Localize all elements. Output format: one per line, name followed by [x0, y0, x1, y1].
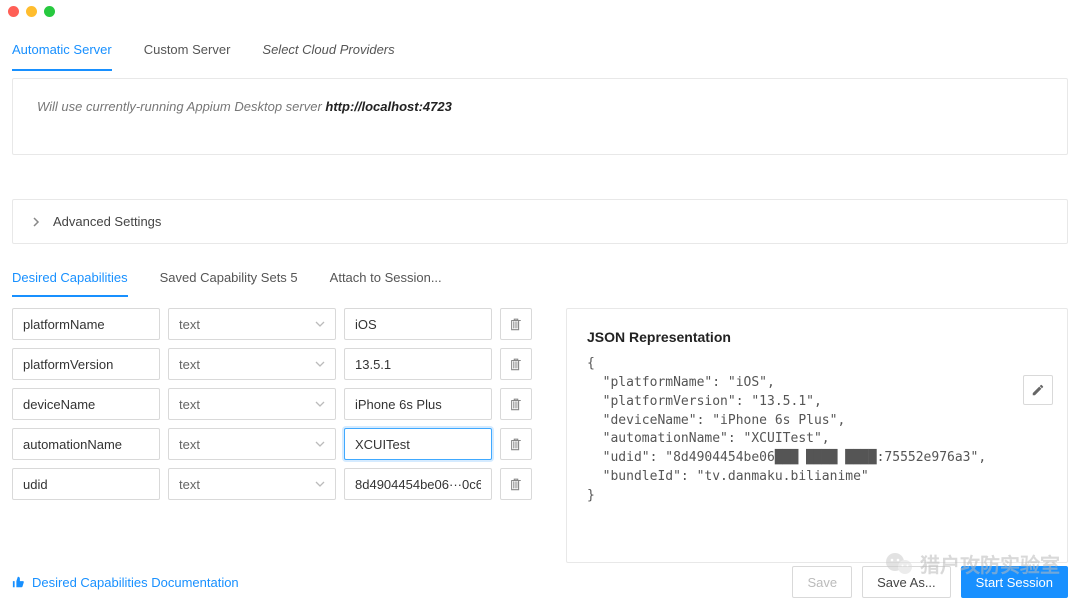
chevron-down-icon [315, 399, 325, 409]
capability-name-input[interactable] [12, 388, 160, 420]
server-tab-1[interactable]: Custom Server [144, 34, 231, 71]
server-tab-0[interactable]: Automatic Server [12, 34, 112, 71]
capability-value-input[interactable] [344, 348, 492, 380]
json-representation-title: JSON Representation [587, 329, 1047, 345]
advanced-settings-toggle[interactable]: Advanced Settings [12, 199, 1068, 244]
capability-value-input[interactable] [344, 308, 492, 340]
capability-type-label: text [179, 437, 200, 452]
capabilities-table: text text text text text [12, 308, 552, 500]
start-session-button[interactable]: Start Session [961, 566, 1068, 598]
capability-type-label: text [179, 357, 200, 372]
docs-link-label: Desired Capabilities Documentation [32, 575, 239, 590]
capability-name-input[interactable] [12, 468, 160, 500]
capability-type-select[interactable]: text [168, 388, 336, 420]
server-host: http://localhost:4723 [325, 99, 451, 114]
delete-capability-button[interactable] [500, 308, 532, 340]
chevron-down-icon [315, 439, 325, 449]
chevron-down-icon [315, 479, 325, 489]
server-tab-2[interactable]: Select Cloud Providers [262, 34, 394, 71]
minimize-window-icon[interactable] [26, 6, 37, 17]
capability-row: text [12, 388, 552, 420]
trash-icon [509, 357, 523, 371]
capability-tab-2[interactable]: Attach to Session... [330, 262, 442, 297]
delete-capability-button[interactable] [500, 388, 532, 420]
capability-name-input[interactable] [12, 308, 160, 340]
capability-type-label: text [179, 397, 200, 412]
chevron-down-icon [315, 359, 325, 369]
advanced-settings-label: Advanced Settings [53, 214, 161, 229]
delete-capability-button[interactable] [500, 428, 532, 460]
thumbs-up-icon [12, 575, 26, 589]
maximize-window-icon[interactable] [44, 6, 55, 17]
capability-type-select[interactable]: text [168, 468, 336, 500]
capability-type-label: text [179, 477, 200, 492]
trash-icon [509, 397, 523, 411]
server-info-text: Will use currently-running Appium Deskto… [37, 99, 325, 114]
capability-row: text [12, 428, 552, 460]
capability-value-input[interactable] [344, 468, 492, 500]
pencil-icon [1031, 383, 1045, 397]
capability-tabs: Desired Capabilities Saved Capability Set… [12, 262, 1068, 298]
capability-value-input[interactable] [344, 388, 492, 420]
capability-tab-1[interactable]: Saved Capability Sets 5 [160, 262, 298, 297]
delete-capability-button[interactable] [500, 348, 532, 380]
trash-icon [509, 317, 523, 331]
capability-row: text [12, 468, 552, 500]
save-button: Save [792, 566, 852, 598]
trash-icon [509, 437, 523, 451]
capability-type-select[interactable]: text [168, 308, 336, 340]
json-representation-code: { "platformName": "iOS", "platformVersio… [587, 355, 1047, 506]
json-representation-panel: JSON Representation { "platformName": "i… [566, 308, 1068, 563]
delete-capability-button[interactable] [500, 468, 532, 500]
capability-type-label: text [179, 317, 200, 332]
capability-value-input[interactable] [344, 428, 492, 460]
capability-name-input[interactable] [12, 348, 160, 380]
capability-type-select[interactable]: text [168, 348, 336, 380]
capability-tab-0[interactable]: Desired Capabilities [12, 262, 128, 297]
footer-actions: Save Save As... Start Session [792, 566, 1068, 598]
chevron-right-icon [31, 217, 41, 227]
docs-link[interactable]: Desired Capabilities Documentation [12, 575, 239, 590]
server-info-box: Will use currently-running Appium Deskto… [12, 78, 1068, 155]
trash-icon [509, 477, 523, 491]
window-titlebar [0, 0, 1080, 22]
edit-json-button[interactable] [1023, 375, 1053, 405]
server-tabs: Automatic Server Custom Server Select Clou… [12, 34, 1068, 72]
close-window-icon[interactable] [8, 6, 19, 17]
capability-row: text [12, 348, 552, 380]
capability-type-select[interactable]: text [168, 428, 336, 460]
capability-row: text [12, 308, 552, 340]
chevron-down-icon [315, 319, 325, 329]
capability-name-input[interactable] [12, 428, 160, 460]
save-as-button[interactable]: Save As... [862, 566, 951, 598]
